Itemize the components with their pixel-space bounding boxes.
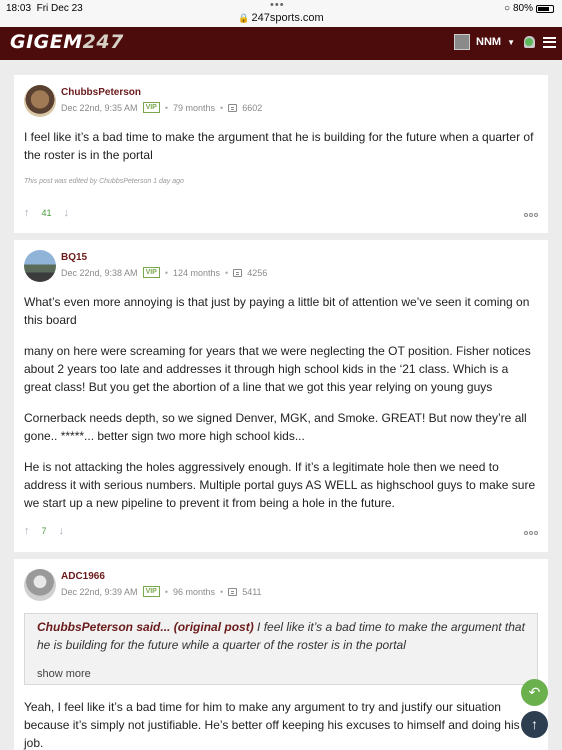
wifi-icon: ○ [503,3,510,14]
edited-note: This post was edited by ChubbsPeterson 1… [24,178,184,185]
upvote-icon[interactable]: ↑ [24,525,30,537]
post-date: Dec 22nd, 9:35 AM [61,102,138,113]
site-header: GIGEM247 NNM ▼ [0,27,562,60]
comment-icon [228,587,238,596]
post-paragraph: many on here were screaming for years th… [24,344,531,394]
post-tenure: 124 months [173,267,221,278]
post-tenure: 96 months [173,586,216,597]
post-username[interactable]: BQ15 [61,252,87,263]
forum-post: ADC1966 Dec 22nd, 9:39 AM VIP • 96 month… [14,559,548,750]
post-body: What’s even more annoying is that just b… [24,293,538,525]
vote-controls: ↑ 7 ↓ [24,525,64,537]
vip-badge: VIP [142,102,160,113]
post-paragraph: I feel like it’s a bad time to make the … [24,130,534,162]
separator-dot: • [220,586,224,597]
post-count: 6602 [242,102,263,113]
post-paragraph: He is not attacking the holes aggressive… [24,460,536,510]
post-body: I feel like it’s a bad time to make the … [24,128,538,177]
post-date: Dec 22nd, 9:38 AM [61,267,138,278]
vip-badge: VIP [142,586,160,597]
post-username[interactable]: ADC1966 [61,571,105,582]
post-count: 5411 [242,586,262,597]
status-right: ○ 80% [504,3,554,14]
quote-author[interactable]: ChubbsPeterson said... (original post) [37,620,254,634]
logo-text: GIGEM [10,31,83,53]
user-avatar[interactable] [454,34,471,50]
comment-icon [228,103,238,112]
scroll-top-button[interactable]: ↑ [521,711,548,738]
notification-bell-icon[interactable] [521,34,537,50]
chevron-down-icon[interactable]: ▼ [507,38,515,47]
logo-number: 247 [82,31,124,53]
post-paragraph: Cornerback needs depth, so we signed Den… [24,411,527,443]
address-bar[interactable]: 🔒 247sports.com [0,12,562,24]
site-logo[interactable]: GIGEM247 [10,31,124,53]
separator-dot: • [164,586,169,597]
post-body: Yeah, I feel like it’s a bad time for hi… [24,698,538,750]
quoted-post: ChubbsPeterson said... (original post) I… [24,613,538,685]
show-more-link[interactable]: show more [37,668,525,680]
battery-percent: 80% [512,3,533,14]
post-meta: Dec 22nd, 9:39 AM VIP • 96 months • 5411 [61,586,262,597]
notification-badge [525,38,533,46]
more-options-icon[interactable] [523,527,538,537]
header-user-area: NNM ▼ [454,34,556,50]
quote-text: ChubbsPeterson said... (original post) I… [37,618,525,654]
more-options-icon[interactable] [523,209,538,219]
downvote-icon[interactable]: ↓ [64,207,70,219]
vote-controls: ↑ 41 ↓ [24,207,69,219]
battery-icon [536,4,554,13]
downvote-icon[interactable]: ↓ [59,525,65,537]
avatar[interactable] [24,250,56,282]
upvote-icon[interactable]: ↑ [24,207,30,219]
lock-icon: 🔒 [238,13,250,23]
post-tenure: 79 months [173,102,216,113]
separator-dot: • [164,267,169,278]
post-username[interactable]: ChubbsPeterson [61,87,141,98]
post-meta: Dec 22nd, 9:38 AM VIP • 124 months • 425… [61,267,267,278]
post-date: Dec 22nd, 9:39 AM [61,586,138,597]
post-count: 4256 [247,267,268,278]
vote-count: 41 [41,208,52,218]
avatar[interactable] [24,569,56,601]
reply-icon[interactable]: ↶ [521,679,548,706]
url-text: 247sports.com [251,12,324,24]
status-bar: 18:03 Fri Dec 23 ••• 🔒 247sports.com ○ 80… [0,0,562,27]
multitask-dots-icon[interactable]: ••• [270,0,285,11]
forum-post: BQ15 Dec 22nd, 9:38 AM VIP • 124 months … [14,240,548,552]
vip-badge: VIP [142,267,160,278]
post-paragraph: Yeah, I feel like it’s a bad time for hi… [24,700,520,750]
vote-count: 7 [41,526,47,536]
separator-dot: • [225,267,229,278]
avatar[interactable] [24,85,56,117]
arrow-up-icon: ↑ [531,716,538,732]
post-paragraph: What’s even more annoying is that just b… [24,295,530,327]
separator-dot: • [164,102,169,113]
user-menu[interactable]: NNM [476,36,501,48]
separator-dot: • [220,102,224,113]
post-meta: Dec 22nd, 9:35 AM VIP • 79 months • 6602 [61,102,262,113]
forum-post: ChubbsPeterson Dec 22nd, 9:35 AM VIP • 7… [14,75,548,233]
comment-icon [233,268,243,277]
menu-icon[interactable] [543,36,556,48]
